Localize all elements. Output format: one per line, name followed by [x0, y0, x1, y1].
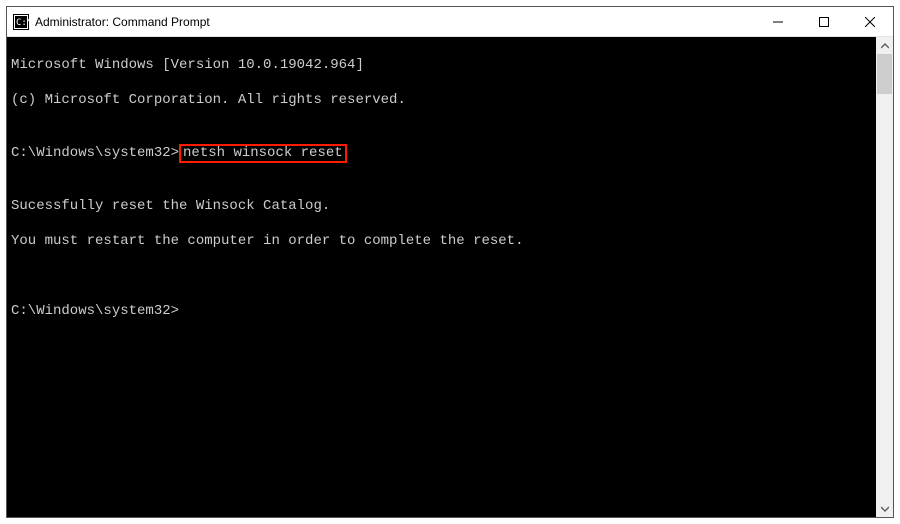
scroll-up-arrow-icon[interactable]	[876, 37, 893, 54]
minimize-button[interactable]	[755, 7, 801, 36]
close-button[interactable]	[847, 7, 893, 36]
titlebar[interactable]: C:\ Administrator: Command Prompt	[7, 7, 893, 37]
cmd-icon: C:\	[13, 14, 29, 30]
terminal-line: You must restart the computer in order t…	[11, 233, 872, 251]
terminal-line: C:\Windows\system32>	[11, 303, 872, 321]
window-title: Administrator: Command Prompt	[35, 15, 755, 29]
terminal-output[interactable]: Microsoft Windows [Version 10.0.19042.96…	[7, 37, 876, 517]
terminal-line: (c) Microsoft Corporation. All rights re…	[11, 92, 872, 110]
prompt-text: C:\Windows\system32>	[11, 145, 179, 161]
terminal-line: Microsoft Windows [Version 10.0.19042.96…	[11, 57, 872, 75]
highlighted-command: netsh winsock reset	[179, 144, 347, 163]
svg-text:C:\: C:\	[16, 18, 29, 28]
scroll-thumb[interactable]	[877, 54, 892, 94]
vertical-scrollbar[interactable]	[876, 37, 893, 517]
maximize-button[interactable]	[801, 7, 847, 36]
scroll-down-arrow-icon[interactable]	[876, 500, 893, 517]
terminal-line: Sucessfully reset the Winsock Catalog.	[11, 198, 872, 216]
terminal-line: C:\Windows\system32>netsh winsock reset	[11, 144, 872, 163]
window-controls	[755, 7, 893, 36]
content-area: Microsoft Windows [Version 10.0.19042.96…	[7, 37, 893, 517]
command-prompt-window: C:\ Administrator: Command Prompt Micros…	[6, 6, 894, 518]
